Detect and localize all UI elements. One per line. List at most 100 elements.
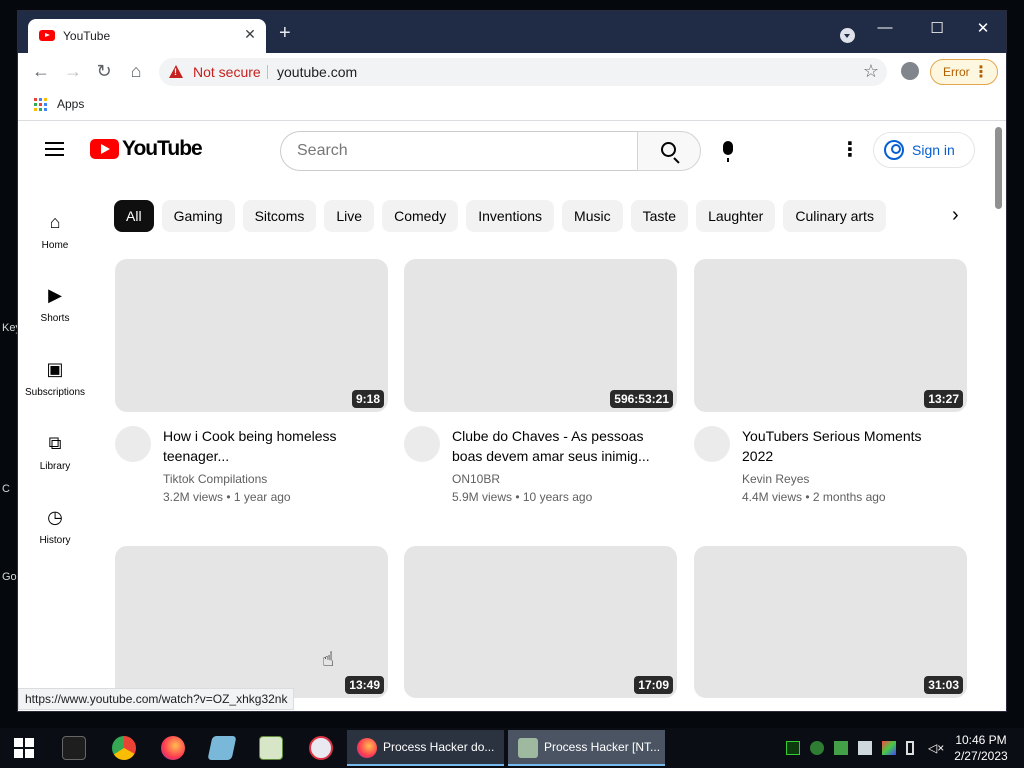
- channel-name[interactable]: ON10BR: [452, 472, 500, 486]
- chip-gaming[interactable]: Gaming: [161, 200, 235, 232]
- apps-grid-icon[interactable]: [34, 98, 47, 111]
- menu-icon[interactable]: [45, 142, 64, 156]
- chip-music[interactable]: Music: [562, 200, 623, 232]
- error-button[interactable]: Error ⋮: [930, 59, 998, 85]
- cpu-graph-icon[interactable]: [786, 741, 800, 755]
- video-card[interactable]: 31:03: [694, 546, 967, 698]
- video-card[interactable]: 13:49: [115, 546, 388, 698]
- taskbar-window-label: Process Hacker do...: [383, 740, 495, 754]
- video-metadata: 3.2M views • 1 year ago: [163, 490, 291, 504]
- channel-avatar[interactable]: [694, 426, 730, 462]
- chrome-icon[interactable]: [112, 736, 136, 760]
- video-thumbnail[interactable]: 13:49: [115, 546, 388, 698]
- reload-icon[interactable]: ↻: [94, 61, 114, 81]
- address-bar[interactable]: Not secure youtube.com ☆: [159, 58, 887, 86]
- apps-bookmark[interactable]: Apps: [57, 97, 84, 111]
- video-metadata: 4.4M views • 2 months ago: [742, 490, 886, 504]
- security-label[interactable]: Not secure: [193, 64, 261, 80]
- guide-item-subscriptions[interactable]: ▣ Subscriptions: [23, 359, 87, 398]
- profile-icon[interactable]: [901, 62, 919, 80]
- video-title[interactable]: Clube do Chaves - As pessoas boas devem …: [452, 426, 666, 466]
- error-label: Error: [943, 65, 970, 79]
- chevron-right-icon[interactable]: ›: [952, 205, 959, 225]
- page-scrollbar[interactable]: [990, 122, 1006, 711]
- home-icon[interactable]: ⌂: [126, 61, 146, 81]
- guide-item-history[interactable]: ◷ History: [23, 507, 87, 546]
- chip-culinary-arts[interactable]: Culinary arts: [783, 200, 886, 232]
- video-card[interactable]: 596:53:21 Clube do Chaves - As pessoas b…: [404, 259, 677, 504]
- video-title[interactable]: How i Cook being homeless teenager...: [163, 426, 377, 466]
- paint-icon[interactable]: [309, 736, 333, 760]
- url-text[interactable]: youtube.com: [277, 64, 357, 80]
- search-button[interactable]: [637, 131, 701, 171]
- channel-name[interactable]: Kevin Reyes: [742, 472, 809, 486]
- back-icon[interactable]: ←: [31, 61, 51, 81]
- windows-start-icon[interactable]: [14, 738, 34, 758]
- tab-title: YouTube: [63, 29, 111, 43]
- desktop-icon-label: C: [2, 483, 10, 495]
- chip-laughter[interactable]: Laughter: [696, 200, 776, 232]
- new-tab-button[interactable]: +: [279, 23, 291, 43]
- subscriptions-icon: ▣: [46, 359, 64, 379]
- account-icon: [884, 140, 904, 160]
- close-tab-icon[interactable]: ✕: [242, 26, 258, 43]
- terminal-icon[interactable]: [62, 736, 86, 760]
- video-thumbnail[interactable]: 17:09: [404, 546, 677, 698]
- video-thumbnail[interactable]: 9:18: [115, 259, 388, 412]
- tray-app-icon[interactable]: [810, 741, 824, 755]
- video-title[interactable]: YouTubers Serious Moments 2022: [742, 426, 956, 466]
- taskbar-window-firefox[interactable]: Process Hacker do...: [347, 730, 504, 766]
- more-vert-icon: ⋮: [973, 64, 989, 81]
- tab-youtube[interactable]: YouTube ✕: [28, 19, 266, 53]
- network-icon[interactable]: [858, 741, 872, 755]
- youtube-favicon-icon: [39, 30, 55, 41]
- scrollbar-thumb[interactable]: [995, 127, 1002, 209]
- guide-item-library[interactable]: ⧉ Library: [23, 433, 87, 472]
- guide-item-shorts[interactable]: ▶ Shorts: [23, 285, 87, 324]
- notepad-icon[interactable]: [207, 736, 237, 760]
- usb-icon[interactable]: [906, 741, 914, 755]
- bookmark-star-icon[interactable]: ☆: [863, 61, 879, 82]
- firefox-icon[interactable]: [161, 736, 185, 760]
- task-manager-icon[interactable]: [259, 736, 283, 760]
- chip-sitcoms[interactable]: Sitcoms: [242, 200, 317, 232]
- video-thumbnail[interactable]: 13:27: [694, 259, 967, 412]
- chip-taste[interactable]: Taste: [630, 200, 689, 232]
- close-window-button[interactable]: ✕: [968, 19, 998, 37]
- maximize-button[interactable]: ☐: [922, 19, 952, 37]
- video-card[interactable]: 9:18 How i Cook being homeless teenager.…: [115, 259, 388, 504]
- chip-inventions[interactable]: Inventions: [466, 200, 555, 232]
- channel-name[interactable]: Tiktok Compilations: [163, 472, 267, 486]
- chip-live[interactable]: Live: [324, 200, 375, 232]
- home-icon: ⌂: [49, 212, 61, 232]
- video-card[interactable]: 13:27 YouTubers Serious Moments 2022 Kev…: [694, 259, 967, 504]
- guide-item-home[interactable]: ⌂ Home: [23, 212, 87, 251]
- chip-bar-fade: [882, 200, 932, 232]
- chip-comedy[interactable]: Comedy: [382, 200, 459, 232]
- microphone-icon[interactable]: [723, 141, 733, 162]
- duration-badge: 596:53:21: [610, 390, 673, 408]
- forward-icon[interactable]: →: [63, 61, 83, 81]
- youtube-logo-text[interactable]: YouTube: [122, 137, 203, 161]
- shorts-icon: ▶: [48, 285, 62, 305]
- chip-all[interactable]: All: [114, 200, 154, 232]
- duration-badge: 31:03: [924, 676, 963, 694]
- volume-muted-icon[interactable]: ◁×: [928, 741, 944, 755]
- network-activity-icon[interactable]: [834, 741, 848, 755]
- desktop-icon-label: Go: [2, 571, 17, 583]
- youtube-logo-icon[interactable]: [90, 139, 119, 159]
- channel-avatar[interactable]: [115, 426, 151, 462]
- channel-avatar[interactable]: [404, 426, 440, 462]
- minimize-button[interactable]: —: [870, 19, 900, 36]
- sign-in-button[interactable]: Sign in: [873, 132, 975, 168]
- search-input[interactable]: Search: [280, 131, 638, 171]
- clock-date: 2/27/2023: [954, 749, 1008, 763]
- video-thumbnail[interactable]: 596:53:21: [404, 259, 677, 412]
- video-thumbnail[interactable]: 31:03: [694, 546, 967, 698]
- tab-search-icon[interactable]: [840, 28, 855, 43]
- settings-more-icon[interactable]: ⋮: [840, 140, 860, 160]
- video-card[interactable]: 17:09: [404, 546, 677, 698]
- system-clock[interactable]: 10:46 PM 2/27/2023: [948, 732, 1014, 764]
- display-icon[interactable]: [882, 741, 896, 755]
- taskbar-window-process-hacker[interactable]: Process Hacker [NT...: [508, 730, 665, 766]
